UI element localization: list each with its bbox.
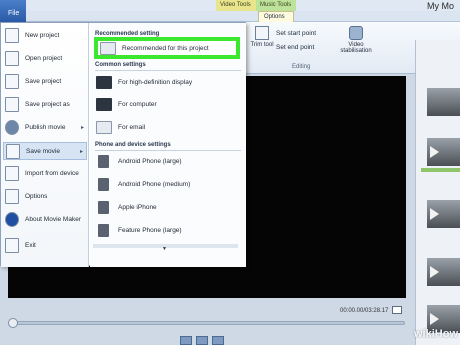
file-menu: New project Open project Save project Sa… [0, 22, 246, 267]
new-project-icon [5, 28, 19, 43]
options-icon [5, 189, 19, 204]
for-high-definition-display-option[interactable]: For high-definition display [94, 73, 240, 93]
android-phone-large-option[interactable]: Android Phone (large) [94, 152, 240, 172]
iphone-icon [98, 201, 109, 214]
menu-item-label: Exit [25, 242, 36, 249]
info-icon [5, 212, 19, 227]
menu-item-publish-movie[interactable]: Publish movie ▸ [3, 119, 87, 137]
clip-thumbnail[interactable] [427, 258, 460, 286]
save-project-as-icon [5, 97, 19, 112]
menu-item-open-project[interactable]: Open project [3, 50, 87, 68]
for-computer-option[interactable]: For computer [94, 95, 240, 115]
open-project-icon [5, 51, 19, 66]
set-start-point-button[interactable]: Set start point [276, 30, 316, 37]
menu-item-label: Publish movie [25, 124, 66, 131]
section-divider [95, 150, 241, 151]
play-arrow-icon [430, 146, 439, 158]
option-label: Android Phone (large) [118, 158, 182, 165]
menu-item-exit[interactable]: Exit [3, 237, 87, 255]
trim-tool-label: Trim tool [250, 42, 274, 48]
menu-item-label: Open project [25, 55, 63, 62]
trim-tool-button[interactable]: Trim tool [250, 26, 274, 48]
menu-item-label: Save movie [26, 148, 60, 155]
file-tab[interactable]: File [0, 0, 26, 22]
android-phone-icon [98, 155, 109, 168]
editing-group-label: Editing [292, 64, 311, 70]
app-title: My Mo [427, 1, 454, 11]
stabilisation-icon [349, 26, 363, 40]
tab-options[interactable]: Options [258, 11, 294, 22]
publish-movie-icon [5, 120, 19, 135]
previous-frame-button[interactable] [180, 336, 192, 345]
import-device-icon [5, 166, 19, 181]
option-label: Apple iPhone [118, 204, 157, 211]
option-label: Android Phone (medium) [118, 181, 191, 188]
android-phone-icon [98, 178, 109, 191]
play-arrow-icon [430, 208, 439, 220]
option-label: Recommended for this project [122, 45, 209, 52]
submenu-arrow-icon: ▸ [80, 125, 84, 131]
timecode: 00:00.00/03:28.17 [340, 308, 389, 314]
option-label: For high-definition display [118, 79, 193, 86]
menu-item-new-project[interactable]: New project [3, 27, 87, 45]
menu-item-label: Save project [25, 78, 62, 85]
feature-phone-large-option[interactable]: Feature Phone (large) [94, 221, 240, 241]
fullscreen-icon[interactable] [392, 306, 402, 314]
play-arrow-icon [430, 266, 439, 278]
recommended-setting-icon [100, 42, 116, 55]
section-common-heading: Common settings [95, 62, 146, 68]
menu-item-save-movie[interactable]: Save movie ▸ [3, 142, 87, 160]
seek-thumb[interactable] [8, 318, 18, 328]
menu-item-about[interactable]: About Movie Maker [3, 211, 87, 229]
clip-thumbnail[interactable] [427, 88, 460, 116]
clip-thumbnail[interactable] [427, 200, 460, 228]
menu-item-label: About Movie Maker [25, 216, 81, 223]
save-movie-submenu: Recommended setting Recommended for this… [90, 23, 246, 267]
menu-item-label: New project [25, 32, 60, 39]
exit-icon [5, 238, 19, 253]
ribbon-tab-row [0, 11, 460, 22]
clip-audio-bar [421, 168, 460, 172]
clip-thumbnail[interactable] [427, 138, 460, 166]
menu-item-save-project-as[interactable]: Save project as [3, 96, 87, 114]
save-movie-icon [6, 144, 20, 159]
save-project-icon [5, 74, 19, 89]
next-frame-button[interactable] [212, 336, 224, 345]
android-phone-medium-option[interactable]: Android Phone (medium) [94, 175, 240, 195]
set-end-point-button[interactable]: Set end point [276, 44, 314, 51]
play-arrow-icon [430, 313, 439, 325]
scroll-down-icon[interactable]: ▼ [162, 246, 167, 252]
option-label: For computer [118, 101, 157, 108]
email-icon [96, 121, 112, 134]
wikihow-watermark: wikiHow [414, 328, 459, 340]
menu-item-label: Import from device [25, 170, 79, 177]
file-menu-commands: New project Open project Save project Sa… [1, 23, 89, 267]
hd-display-icon [96, 76, 112, 89]
video-stabilisation-label: Video stabilisation [340, 42, 372, 54]
menu-item-save-project[interactable]: Save project [3, 73, 87, 91]
music-tools-context-tab[interactable]: Music Tools [256, 0, 296, 11]
option-label: For email [118, 124, 146, 131]
recommended-for-this-project-option[interactable]: Recommended for this project [94, 37, 240, 59]
section-phone-heading: Phone and device settings [95, 142, 171, 148]
video-stabilisation-button[interactable]: Video stabilisation [334, 26, 378, 54]
menu-item-label: Options [25, 193, 48, 200]
option-label: Feature Phone (large) [118, 227, 182, 234]
menu-item-options[interactable]: Options [3, 188, 87, 206]
seek-bar[interactable] [10, 321, 405, 325]
section-divider [95, 70, 241, 71]
play-button[interactable] [196, 336, 208, 345]
video-tools-context-tab[interactable]: Video Tools [216, 0, 256, 11]
menu-item-label: Save project as [25, 101, 70, 108]
submenu-arrow-icon: ▸ [79, 149, 83, 155]
feature-phone-icon [98, 224, 109, 237]
storyboard-pane [415, 40, 460, 345]
computer-icon [96, 98, 112, 111]
trim-icon [255, 26, 269, 40]
apple-iphone-option[interactable]: Apple iPhone [94, 198, 240, 218]
menu-item-import-from-device[interactable]: Import from device [3, 165, 87, 183]
for-email-option[interactable]: For email [94, 118, 240, 138]
